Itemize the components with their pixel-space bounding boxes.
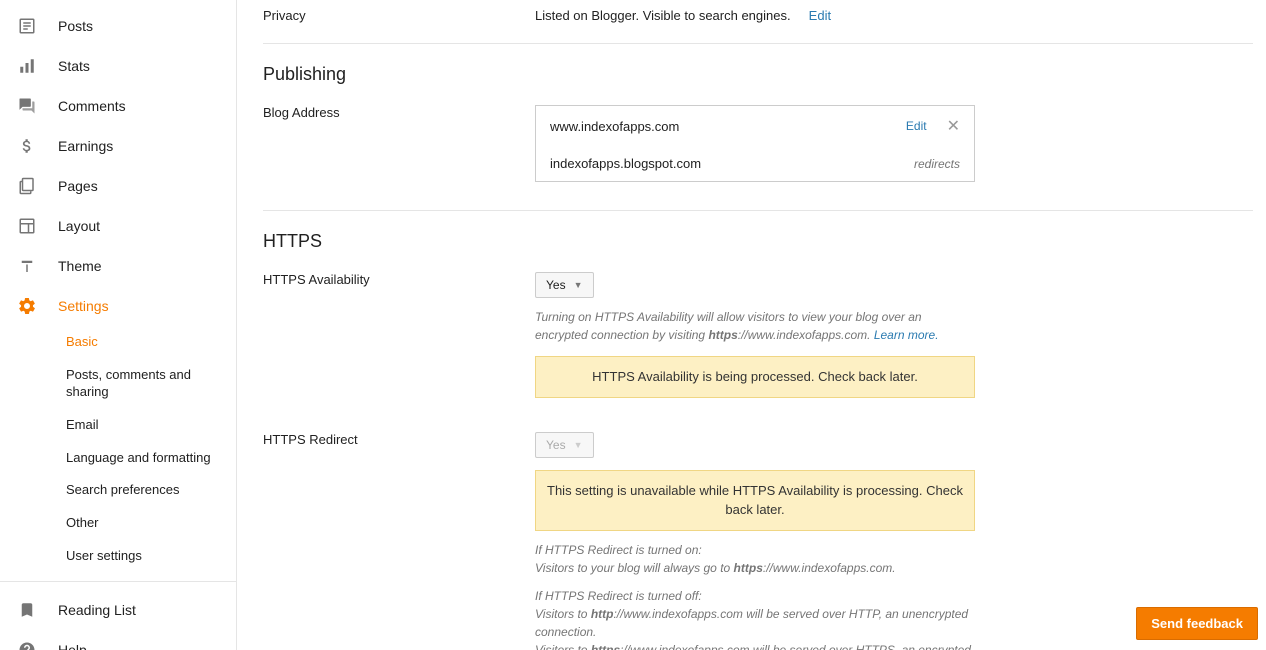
sub-user-settings[interactable]: User settings [66,540,236,573]
sidebar-item-earnings[interactable]: Earnings [0,126,236,166]
sidebar-item-label: Settings [58,298,109,314]
earnings-icon [16,135,38,157]
sidebar-item-help[interactable]: Help [0,630,236,650]
https-availability-help: Turning on HTTPS Availability will allow… [535,308,975,344]
settings-subnav: Basic Posts, comments and sharing Email … [0,326,236,573]
https-availability-row: HTTPS Availability Yes ▼ Turning on HTTP… [263,260,1253,410]
blog-address-row: Blog Address www.indexofapps.com Edit ✕ … [263,93,1253,194]
domain-edit-link[interactable]: Edit [906,119,927,133]
bookmark-icon [16,599,38,621]
sidebar-item-label: Pages [58,178,98,194]
main-content: Privacy Listed on Blogger. Visible to se… [237,0,1266,650]
sidebar-item-label: Comments [58,98,126,114]
privacy-edit-link[interactable]: Edit [809,8,831,23]
https-redirect-on-help: If HTTPS Redirect is turned on: Visitors… [535,541,975,577]
sidebar-item-label: Stats [58,58,90,74]
sub-search-prefs[interactable]: Search preferences [66,474,236,507]
privacy-row: Privacy Listed on Blogger. Visible to se… [263,0,1253,35]
https-redirect-label: HTTPS Redirect [263,432,535,650]
https-redirect-row: HTTPS Redirect Yes ▼ This setting is una… [263,420,1253,650]
stats-icon [16,55,38,77]
sidebar-item-label: Help [58,642,87,650]
chevron-down-icon: ▼ [574,280,583,290]
sidebar-item-pages[interactable]: Pages [0,166,236,206]
layout-icon [16,215,38,237]
sidebar-item-layout[interactable]: Layout [0,206,236,246]
address-box: www.indexofapps.com Edit ✕ indexofapps.b… [535,105,975,182]
theme-icon [16,255,38,277]
sidebar-item-label: Earnings [58,138,113,154]
sidebar-item-comments[interactable]: Comments [0,86,236,126]
blogspot-row: indexofapps.blogspot.com redirects [536,146,974,181]
custom-domain-row: www.indexofapps.com Edit ✕ [536,106,974,146]
custom-domain: www.indexofapps.com [550,119,906,134]
redirects-label: redirects [914,157,960,171]
sidebar-item-theme[interactable]: Theme [0,246,236,286]
privacy-value: Listed on Blogger. Visible to search eng… [535,8,791,23]
sidebar-item-label: Reading List [58,602,136,618]
sidebar-item-stats[interactable]: Stats [0,46,236,86]
publishing-heading: Publishing [263,64,1253,85]
domain-remove-icon[interactable]: ✕ [947,116,960,136]
sidebar-item-label: Posts [58,18,93,34]
blogspot-domain: indexofapps.blogspot.com [550,156,914,171]
sub-posts-comments[interactable]: Posts, comments and sharing [66,359,236,409]
privacy-label: Privacy [263,8,535,23]
blog-address-label: Blog Address [263,105,535,182]
https-availability-label: HTTPS Availability [263,272,535,398]
https-redirect-off-help: If HTTPS Redirect is turned off: Visitor… [535,587,975,650]
https-availability-banner: HTTPS Availability is being processed. C… [535,356,975,398]
sub-language[interactable]: Language and formatting [66,442,236,475]
gear-icon [16,295,38,317]
sidebar-item-reading-list[interactable]: Reading List [0,590,236,630]
sidebar-item-settings[interactable]: Settings [0,286,236,326]
https-heading: HTTPS [263,231,1253,252]
send-feedback-button[interactable]: Send feedback [1136,607,1258,640]
comments-icon [16,95,38,117]
sub-basic[interactable]: Basic [66,326,236,359]
sub-other[interactable]: Other [66,507,236,540]
sub-email[interactable]: Email [66,409,236,442]
help-icon [16,639,38,650]
sidebar-item-label: Theme [58,258,102,274]
sidebar-item-posts[interactable]: Posts [0,6,236,46]
https-redirect-dropdown: Yes ▼ [535,432,594,458]
posts-icon [16,15,38,37]
sidebar-item-label: Layout [58,218,100,234]
dropdown-value: Yes [546,438,566,452]
https-availability-dropdown[interactable]: Yes ▼ [535,272,594,298]
https-redirect-banner: This setting is unavailable while HTTPS … [535,470,975,531]
chevron-down-icon: ▼ [574,440,583,450]
dropdown-value: Yes [546,278,566,292]
learn-more-link[interactable]: Learn more. [874,328,939,342]
pages-icon [16,175,38,197]
sidebar: Posts Stats Comments Earnings Pages Layo… [0,0,237,650]
